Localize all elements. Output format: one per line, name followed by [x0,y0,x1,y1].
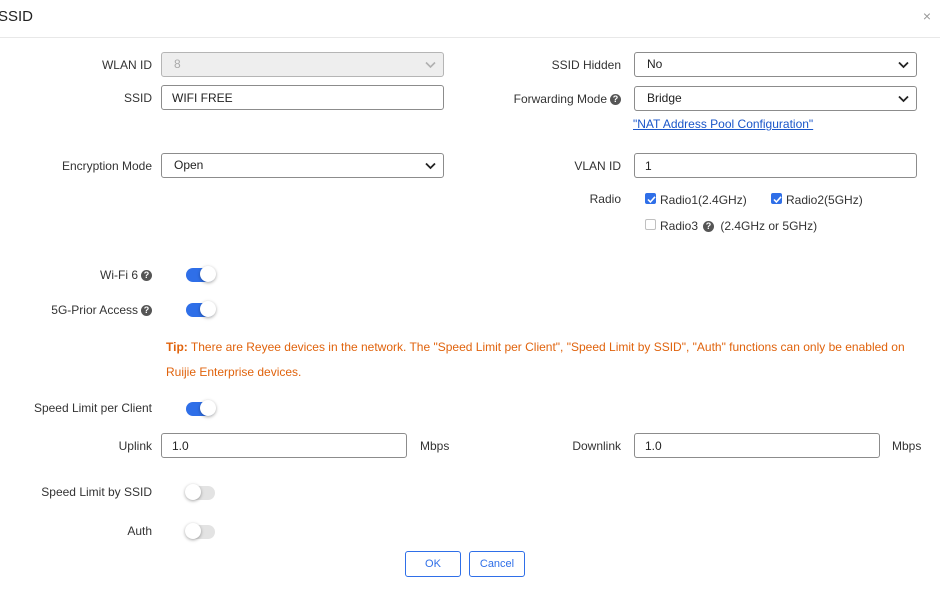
wifi6-toggle[interactable] [186,266,216,282]
chevron-down-icon [898,95,909,103]
tip-prefix: Tip: [166,340,188,354]
auth-toggle[interactable] [185,523,215,539]
downlink-field[interactable] [634,433,880,458]
prior-5g-toggle[interactable] [186,301,216,317]
close-icon[interactable]: × [923,8,931,24]
wlan-id-value: 8 [174,57,181,71]
forwarding-mode-label-text: Forwarding Mode [513,92,607,106]
encryption-mode-value: Open [174,158,204,172]
vlan-id-label: VLAN ID [574,159,621,173]
nat-address-pool-link[interactable]: "NAT Address Pool Configuration" [633,117,813,131]
wlan-id-label: WLAN ID [101,58,152,72]
speed-limit-ssid-label: Speed Limit by SSID [41,485,152,499]
downlink-label: Downlink [572,439,621,453]
radio3-checkbox[interactable] [645,219,656,230]
ok-button[interactable]: OK [405,551,461,577]
wifi6-label-text: Wi-Fi 6 [100,268,138,282]
cancel-button[interactable]: Cancel [469,551,525,577]
toggle-knob [200,301,216,317]
forwarding-mode-value: Bridge [647,91,682,105]
prior-5g-label-text: 5G-Prior Access [51,303,138,317]
encryption-mode-select[interactable]: Open [161,153,444,178]
toggle-knob [200,400,216,416]
ssid-field[interactable] [161,85,444,110]
vlan-id-field[interactable] [634,153,917,178]
radio2-checkbox[interactable] [771,193,782,204]
forwarding-mode-label: Forwarding Mode? [514,92,621,106]
prior-5g-label: 5G-Prior Access? [51,303,152,317]
toggle-knob [200,266,216,282]
radio2-label: Radio2(5GHz) [786,193,863,207]
radio1-checkbox[interactable] [645,193,656,204]
encryption-mode-label: Encryption Mode [61,159,152,173]
uplink-unit: Mbps [420,439,450,453]
chevron-down-icon [425,61,436,69]
ssid-input[interactable] [172,86,433,109]
help-icon[interactable]: ? [610,94,621,105]
uplink-label: Uplink [118,439,152,453]
check-icon [647,196,656,204]
ssid-hidden-value: No [647,57,663,71]
toggle-knob [185,523,201,539]
help-icon[interactable]: ? [141,270,152,281]
toggle-knob [185,484,201,500]
radio-label: Radio [589,192,621,206]
uplink-field[interactable] [161,433,407,458]
wlan-id-select[interactable]: 8 [161,52,444,77]
chevron-down-icon [425,162,436,170]
radio1-label: Radio1(2.4GHz) [660,193,747,207]
dialog-header: SSID × [0,0,940,38]
wifi6-label: Wi-Fi 6? [100,268,152,282]
radio3-suffix: (2.4GHz or 5GHz) [720,219,818,233]
help-icon[interactable]: ? [141,305,152,316]
dialog-title: SSID [0,8,34,25]
check-icon [773,196,782,204]
speed-limit-client-label: Speed Limit per Client [33,401,152,415]
uplink-input[interactable] [172,434,396,457]
ssid-hidden-select[interactable]: No [634,52,917,77]
downlink-unit: Mbps [892,439,922,453]
forwarding-mode-select[interactable]: Bridge [634,86,917,111]
downlink-input[interactable] [645,434,869,457]
auth-label: Auth [127,524,152,538]
vlan-id-input[interactable] [645,154,906,177]
speed-limit-ssid-toggle[interactable] [185,484,215,500]
radio3-label-text: Radio3 [660,219,699,233]
tip-text: There are Reyee devices in the network. … [166,340,905,379]
tip-message: Tip: There are Reyee devices in the netw… [166,335,906,385]
help-icon[interactable]: ? [703,221,715,232]
ssid-hidden-label: SSID Hidden [551,58,621,72]
ssid-label: SSID [123,91,152,105]
speed-limit-client-toggle[interactable] [186,400,216,416]
chevron-down-icon [898,61,909,69]
radio3-label: Radio3? (2.4GHz or 5GHz) [660,219,817,233]
